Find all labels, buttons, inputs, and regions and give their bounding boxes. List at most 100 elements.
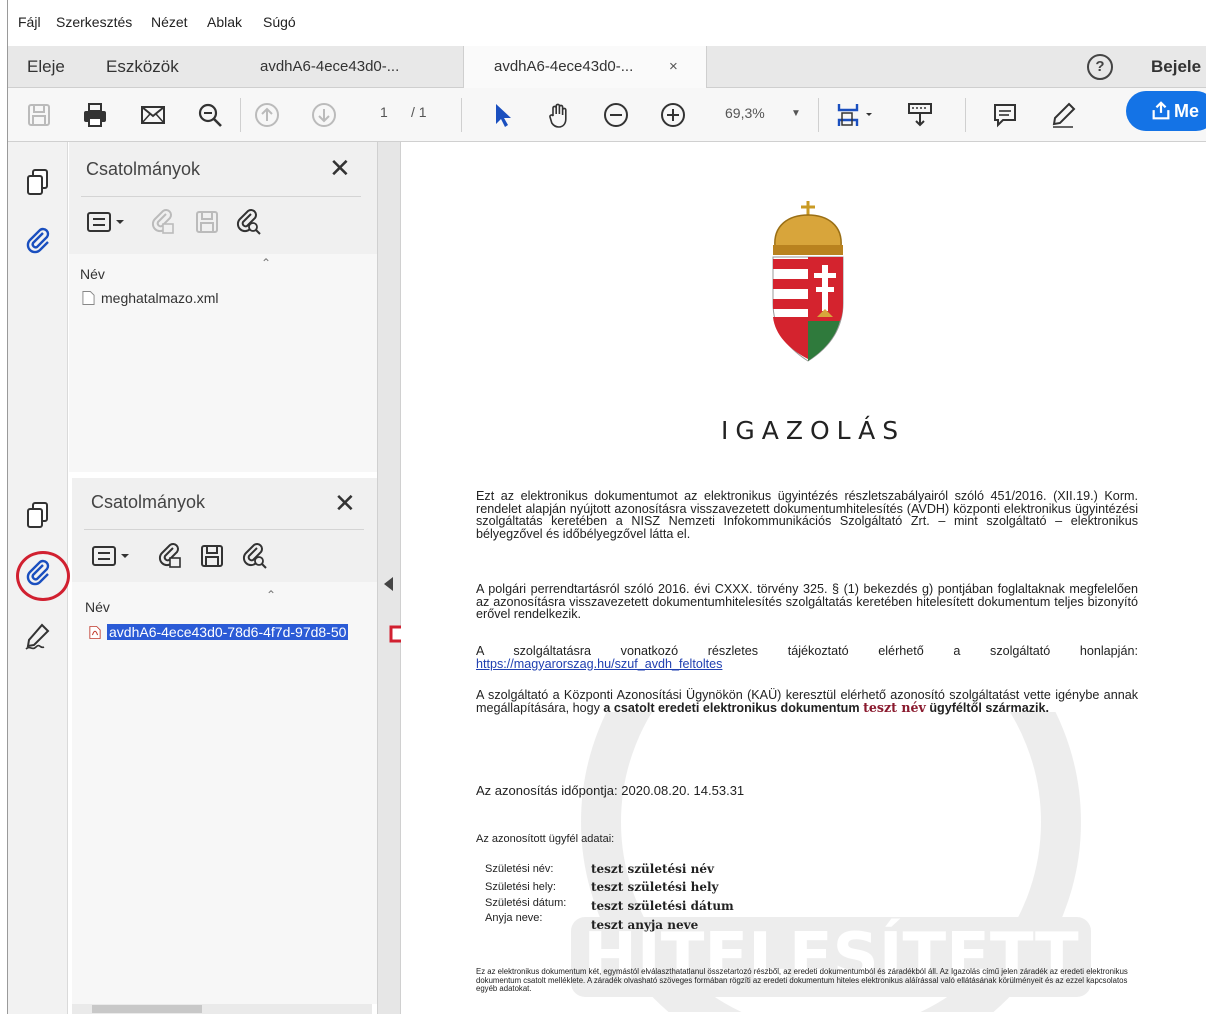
tab-document-2-label: avdhA6-4ece43d0-...: [494, 58, 634, 75]
tab-bar: Eleje Eszközök avdhA6-4ece43d0-... avdhA…: [8, 46, 1206, 89]
toolbar-separator: [965, 98, 966, 132]
service-info-link[interactable]: https://magyarorszag.hu/szuf_avdh_feltol…: [476, 657, 722, 671]
birth-place-label: Születési hely:: [485, 881, 556, 893]
zoom-out-icon[interactable]: [601, 100, 631, 130]
attachments-list-2: [72, 582, 377, 1004]
share-button[interactable]: Me: [1126, 91, 1206, 131]
client-data-title: Az azonosított ügyfél adatai:: [476, 833, 615, 845]
previous-page-icon[interactable]: [252, 100, 282, 130]
paragraph-4-text-c: ügyféltől származik.: [929, 700, 1050, 715]
identification-time: Az azonosítás időpontja: 2020.08.20. 14.…: [476, 783, 745, 798]
file-icon: [82, 291, 95, 305]
email-icon[interactable]: [138, 100, 168, 130]
window-left-edge: [0, 0, 8, 1014]
comment-icon[interactable]: [990, 100, 1020, 130]
sort-caret-icon[interactable]: ⌃: [261, 256, 271, 270]
birth-date-label: Születési dátum:: [485, 897, 567, 909]
paragraph-4-text-b: a csatolt eredeti elektronikus dokumentu…: [603, 700, 860, 715]
horizontal-scrollbar[interactable]: [72, 1004, 372, 1014]
toolbar-separator: [818, 98, 819, 132]
document-paragraph-4: A szolgáltató a Központi Azonosítási Ügy…: [476, 689, 1138, 714]
document-view[interactable]: HITELESÍTETT IGAZOLÁS Ezt az elektroniku…: [401, 142, 1206, 1014]
menu-edit[interactable]: Szerkesztés: [56, 14, 132, 30]
page-thumbnails-icon-2[interactable]: [22, 499, 54, 531]
attachment-file-item[interactable]: meghatalmazo.xml: [82, 290, 342, 306]
pdf-file-icon: [89, 626, 101, 639]
signature-pen-icon[interactable]: [22, 620, 54, 652]
search-attachment-icon-2[interactable]: [240, 542, 268, 570]
attachments-panel-title-2: Csatolmányok: [91, 492, 206, 512]
find-zoom-icon[interactable]: [195, 100, 225, 130]
toolbar: 1 / 1 69,3% ▼ Me: [8, 88, 1206, 142]
attachments-paperclip-icon[interactable]: [22, 224, 54, 256]
menu-view[interactable]: Nézet: [151, 14, 188, 30]
options-menu-icon[interactable]: [86, 208, 128, 236]
share-button-label: Me: [1174, 101, 1200, 121]
document-footer-text: Ez az elektronikus dokumentum két, egymá…: [476, 967, 1128, 994]
birth-place-value: teszt születési hely: [591, 880, 719, 894]
attachments-panel-bottom: Csatolmányok ✕ Név ⌃ avdhA6-4ece43d0-78d…: [72, 478, 377, 1014]
client-name-value: teszt név: [863, 699, 926, 715]
share-icon: [1152, 101, 1170, 120]
save-attachment-icon-2[interactable]: [198, 542, 226, 570]
document-paragraph-2: A polgári perrendtartásról szóló 2016. é…: [476, 582, 1138, 621]
attachment-file-name: meghatalmazo.xml: [101, 290, 219, 306]
tab-tools[interactable]: Eszközök: [106, 46, 179, 88]
sort-caret-icon-2[interactable]: ⌃: [266, 588, 276, 602]
menu-file[interactable]: Fájl: [18, 14, 41, 30]
birth-date-value: teszt születési dátum: [591, 899, 734, 913]
mother-name-value: teszt anyja neve: [591, 918, 699, 932]
attachments-panel-title: Csatolmányok: [86, 159, 201, 179]
menu-help[interactable]: Súgó: [263, 14, 296, 30]
collapse-panel-arrow-icon[interactable]: [384, 577, 393, 591]
document-paragraph-1: Ezt az elektronikus dokumentumot az elek…: [476, 489, 1138, 541]
page-total: / 1: [411, 104, 427, 120]
attachments-list: [69, 254, 377, 472]
panel-divider: [84, 529, 364, 530]
tab-home[interactable]: Eleje: [27, 46, 65, 88]
add-attachment-icon-2[interactable]: [156, 542, 184, 570]
attachments-panel-close-icon-2[interactable]: ✕: [334, 490, 356, 516]
panel-splitter[interactable]: [377, 142, 401, 1014]
attachment-file-name-selected: avdhA6-4ece43d0-78d6-4f7d-97d8-50: [107, 624, 349, 640]
save-icon[interactable]: [24, 100, 54, 130]
read-mode-icon[interactable]: [905, 100, 935, 130]
attachments-panel-top: Csatolmányok ✕ Név ⌃ meghatalmazo.xml: [69, 142, 377, 472]
mother-name-label: Anyja neve:: [485, 912, 543, 924]
attachment-file-item-2[interactable]: avdhA6-4ece43d0-78d6-4f7d-97d8-50: [89, 624, 377, 640]
print-icon[interactable]: [80, 100, 110, 130]
toolbar-separator: [240, 98, 241, 132]
help-icon[interactable]: ?: [1087, 54, 1113, 80]
menu-window[interactable]: Ablak: [207, 14, 242, 30]
next-page-icon[interactable]: [309, 100, 339, 130]
highlight-pen-icon[interactable]: [1048, 100, 1078, 130]
birth-name-value: teszt születési név: [591, 862, 714, 876]
options-menu-icon-2[interactable]: [91, 542, 133, 570]
toolbar-separator: [461, 98, 462, 132]
menu-bar: Fájl Szerkesztés Nézet Ablak Súgó: [8, 0, 1206, 46]
save-attachment-icon[interactable]: [193, 208, 221, 236]
page-fit-icon[interactable]: [834, 100, 878, 130]
select-cursor-icon[interactable]: [487, 100, 517, 130]
highlight-circle-annotation: [16, 551, 70, 601]
column-header-name[interactable]: Név: [80, 266, 105, 282]
search-attachment-icon[interactable]: [234, 208, 262, 236]
coat-of-arms-emblem: [772, 201, 844, 362]
zoom-level-select[interactable]: 69,3%: [725, 105, 765, 121]
zoom-dropdown-chevron-icon[interactable]: ▼: [791, 108, 801, 119]
birth-name-label: Születési név:: [485, 863, 554, 875]
column-header-name-2[interactable]: Név: [85, 599, 110, 615]
add-attachment-icon[interactable]: [149, 208, 177, 236]
attachments-panel-close-icon[interactable]: ✕: [329, 155, 351, 181]
sign-in-link[interactable]: Bejele: [1151, 46, 1201, 88]
panel-divider: [81, 196, 361, 197]
page-thumbnails-icon[interactable]: [22, 166, 54, 198]
document-paragraph-3: A szolgáltatásra vonatkozó részletes táj…: [476, 645, 1138, 670]
zoom-in-icon[interactable]: [658, 100, 688, 130]
page-number-input[interactable]: 1: [380, 104, 388, 120]
scrollbar-thumb[interactable]: [92, 1005, 202, 1013]
document-title: IGAZOLÁS: [721, 416, 906, 445]
hand-tool-icon[interactable]: [544, 100, 574, 130]
tab-close-icon[interactable]: ×: [669, 46, 678, 88]
tab-document-1[interactable]: avdhA6-4ece43d0-...: [230, 46, 460, 88]
